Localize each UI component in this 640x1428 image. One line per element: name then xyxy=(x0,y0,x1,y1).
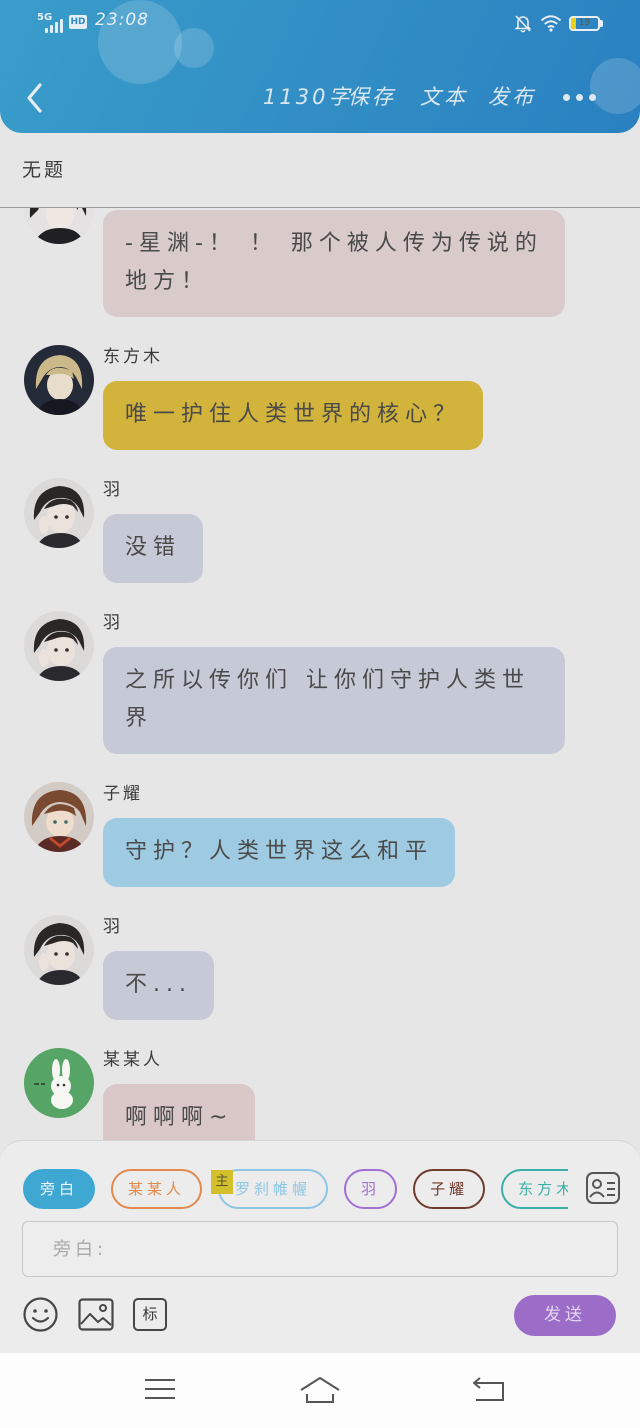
chat-message: 羽 之所以传你们 让你们守护人类世界 xyxy=(0,611,640,754)
speaker-name: 羽 xyxy=(103,480,123,500)
word-count: 1130字 xyxy=(263,85,353,109)
speaker-name: 子耀 xyxy=(103,784,143,804)
character-chip-protagonist[interactable]: 主 罗刹帷幄 xyxy=(211,1169,329,1209)
wifi-icon xyxy=(540,15,562,32)
message-bubble[interactable]: 之所以传你们 让你们守护人类世界 xyxy=(103,647,565,754)
black-hair-avatar[interactable] xyxy=(24,915,94,985)
dark-hair-avatar[interactable] xyxy=(24,208,94,244)
send-button[interactable]: 发送 xyxy=(514,1295,616,1336)
character-chip[interactable]: 某某人 xyxy=(111,1169,203,1209)
chip-label: 旁白 xyxy=(40,1180,79,1198)
battery-icon: 19 xyxy=(569,16,600,31)
character-card-icon[interactable] xyxy=(585,1170,621,1206)
chat-message: 某某人 啊啊啊~ xyxy=(0,1048,640,1153)
chip-label: 罗刹帷幄 xyxy=(235,1180,312,1198)
character-selector[interactable]: 旁白 某某人 主 罗刹帷幄 羽 子耀 东方木 xyxy=(23,1167,568,1211)
story-editor-screen: 5G HD 23:08 19 1130字 保存 文本 发布 无题 -星渊-！ ！… xyxy=(0,0,640,1428)
publish-button[interactable]: 发布 xyxy=(488,83,536,111)
message-bubble[interactable]: -星渊-！ ！ 那个被人传为传说的地方！ xyxy=(103,210,565,317)
signal-icon xyxy=(45,17,67,33)
decorative-bubble xyxy=(174,28,214,68)
character-chip[interactable]: 子耀 xyxy=(413,1169,486,1209)
chat-message: 东方木 唯一护住人类世界的核心？ xyxy=(0,345,640,450)
text-button[interactable]: 文本 xyxy=(420,83,468,111)
composer-panel: 旁白 某某人 主 罗刹帷幄 羽 子耀 东方木 旁白: 标 发送 xyxy=(0,1140,640,1353)
chat-message: 子耀 守护？人类世界这么和平 xyxy=(0,782,640,887)
menu-icon[interactable] xyxy=(144,1375,176,1403)
chip-label: 子耀 xyxy=(430,1180,469,1198)
back-chevron-icon[interactable] xyxy=(24,82,46,114)
back-icon[interactable] xyxy=(472,1375,506,1403)
image-icon[interactable] xyxy=(78,1298,114,1331)
bell-muted-icon xyxy=(514,15,532,33)
speaker-name: 羽 xyxy=(103,917,123,937)
battery-cap xyxy=(600,20,603,27)
brown-hair-avatar[interactable] xyxy=(24,782,94,852)
chip-label: 某某人 xyxy=(128,1180,186,1198)
header: 5G HD 23:08 19 1130字 保存 文本 发布 xyxy=(0,0,640,133)
battery-level: 19 xyxy=(578,18,591,28)
message-bubble[interactable]: 唯一护住人类世界的核心？ xyxy=(103,381,484,450)
more-icon[interactable] xyxy=(560,87,600,107)
smiley-icon[interactable] xyxy=(22,1296,59,1333)
blonde-hair-avatar[interactable] xyxy=(24,345,94,415)
character-chip[interactable]: 东方木 xyxy=(501,1169,568,1209)
home-icon[interactable] xyxy=(299,1375,341,1405)
character-chip-narration[interactable]: 旁白 xyxy=(23,1169,96,1209)
message-bubble[interactable]: 没错 xyxy=(103,514,204,583)
speaker-name: 羽 xyxy=(103,613,123,633)
chat-message: -星渊-！ ！ 那个被人传为传说的地方！ xyxy=(0,208,640,317)
message-input[interactable] xyxy=(22,1221,618,1277)
chat-list[interactable]: -星渊-！ ！ 那个被人传为传说的地方！ 东方木 唯一护住人类世界的核心？ 羽 … xyxy=(0,208,640,1168)
story-title[interactable]: 无题 xyxy=(22,157,66,183)
black-hair-avatar[interactable] xyxy=(24,611,94,681)
black-hair-avatar[interactable] xyxy=(24,478,94,548)
message-bubble[interactable]: 不... xyxy=(103,951,214,1020)
hd-badge: HD xyxy=(69,15,87,29)
protagonist-badge: 主 xyxy=(211,1170,234,1194)
speaker-name: 某某人 xyxy=(103,1050,163,1070)
chat-message: 羽 没错 xyxy=(0,478,640,583)
message-bubble[interactable]: 守护？人类世界这么和平 xyxy=(103,818,456,887)
save-button[interactable]: 保存 xyxy=(348,83,396,111)
chip-label: 羽 xyxy=(361,1180,381,1198)
speaker-name: 东方木 xyxy=(103,347,163,367)
character-chip[interactable]: 羽 xyxy=(344,1169,398,1209)
chip-label: 东方木 xyxy=(518,1180,568,1198)
system-nav-bar xyxy=(0,1353,640,1428)
rabbit-avatar[interactable] xyxy=(24,1048,94,1118)
tag-button[interactable]: 标 xyxy=(133,1298,167,1331)
clock: 23:08 xyxy=(95,10,149,30)
chat-message: 羽 不... xyxy=(0,915,640,1020)
